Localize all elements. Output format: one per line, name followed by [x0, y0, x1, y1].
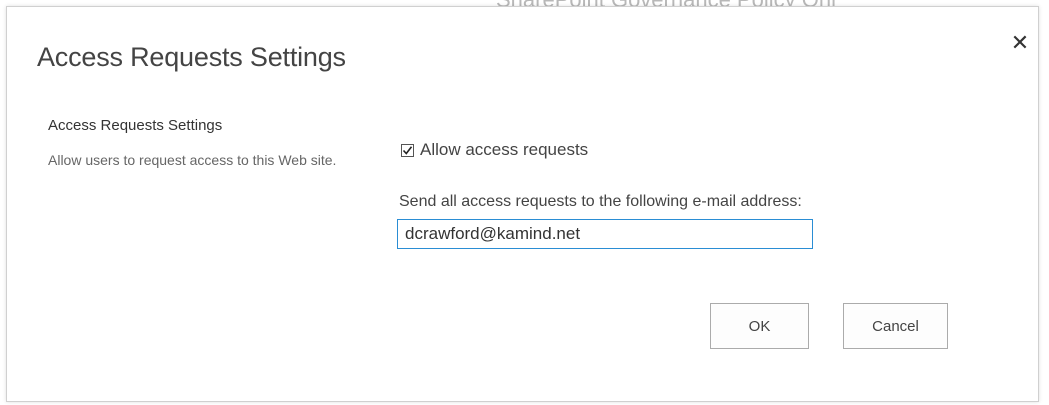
- cancel-button[interactable]: Cancel: [843, 303, 948, 349]
- email-field[interactable]: [397, 219, 813, 249]
- email-field-label: Send all access requests to the followin…: [399, 193, 802, 210]
- checkmark-icon: [402, 145, 413, 155]
- section-description: Allow users to request access to this We…: [48, 152, 337, 168]
- close-button[interactable]: ✕: [1008, 31, 1032, 55]
- ok-button[interactable]: OK: [710, 303, 809, 349]
- section-heading: Access Requests Settings: [48, 117, 223, 134]
- dialog-title: Access Requests Settings: [37, 42, 346, 72]
- allow-access-requests-row[interactable]: Allow access requests: [401, 140, 588, 160]
- close-icon: ✕: [1010, 30, 1030, 55]
- access-requests-dialog: Access Requests Settings ✕ Access Reques…: [6, 6, 1039, 402]
- allow-access-requests-label: Allow access requests: [420, 140, 589, 159]
- allow-access-requests-checkbox[interactable]: [401, 143, 414, 157]
